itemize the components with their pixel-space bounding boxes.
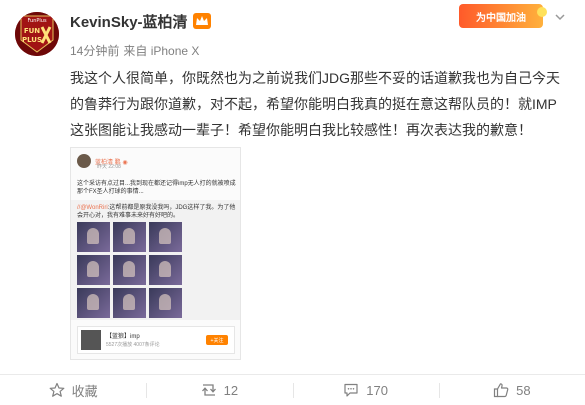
campaign-badge[interactable]: 为中国加油 (459, 4, 547, 28)
funplus-logo-icon: FunPlus FUN PLUS (15, 12, 59, 56)
weibo-post: FunPlus FUN PLUS KevinSky-蓝柏清 14分钟前 来自 i… (0, 0, 585, 405)
crown-icon (195, 16, 208, 25)
video-title: 【蓝狼】imp (106, 334, 140, 340)
svg-text:FUN: FUN (24, 27, 40, 35)
grid-photo (77, 288, 110, 318)
favorite-label: 收藏 (71, 383, 98, 399)
grid-photo (77, 255, 110, 285)
image-time: 昨天 22:08 (97, 164, 121, 170)
post-content: 我这个人很简单，你既然也为之前说我们JDG那些不妥的话道歉我也为自己今天的鲁莽行… (70, 70, 560, 138)
svg-text:PLUS: PLUS (22, 36, 42, 44)
grid-photo (149, 255, 182, 285)
action-bar: 收藏 12 170 58 (0, 374, 585, 405)
grid-photo (149, 288, 182, 318)
repost-button[interactable]: 12 (146, 375, 292, 405)
post-meta: 14分钟前 来自 iPhone X (70, 42, 199, 59)
image-avatar (77, 154, 91, 168)
image-quote: //@WonRiri:这帮前都是原我没我吗，JDG这样了我。为了他会开心对，我有… (71, 200, 240, 320)
image-quote-text: //@WonRiri:这帮前都是原我没我吗，JDG这样了我。为了他会开心对，我有… (77, 204, 237, 220)
grid-photo (113, 255, 146, 285)
video-thumbnail (81, 330, 101, 350)
post-source: 来自 iPhone X (123, 44, 200, 58)
username[interactable]: KevinSky-蓝柏清 (70, 11, 188, 32)
like-count: 58 (516, 382, 531, 398)
grid-photo (149, 222, 182, 252)
grid-photo (113, 222, 146, 252)
video-stats: 5527次播放 4007条评论 (106, 342, 160, 348)
grid-photo (113, 288, 146, 318)
thumbs-up-icon (494, 383, 509, 398)
repost-icon (201, 384, 216, 396)
comment-button[interactable]: 170 (292, 375, 439, 405)
favorite-button[interactable]: 收藏 (0, 375, 146, 405)
post-time[interactable]: 14分钟前 (70, 42, 119, 59)
comment-count: 170 (366, 382, 388, 398)
chevron-down-icon[interactable] (553, 10, 567, 24)
repost-count: 12 (223, 382, 239, 398)
like-button[interactable]: 58 (438, 375, 585, 405)
comment-icon (344, 383, 358, 397)
grid-photo (77, 222, 110, 252)
image-text: 这个采访有点过目...我到现在都还记得imp无人打的就被喷成那个FX圣人打球的事… (77, 181, 236, 195)
top-right-area: 为中国加油 (459, 4, 567, 28)
svg-text:FunPlus: FunPlus (27, 18, 47, 24)
image-video-card: 【蓝狼】imp 5527次播放 4007条评论 +关注 (77, 326, 235, 354)
vip-badge-icon[interactable] (192, 13, 211, 29)
name-row: KevinSky-蓝柏清 (70, 11, 211, 31)
video-follow-button: +关注 (206, 335, 228, 345)
image-quote-at: //@WonRiri (77, 205, 108, 211)
avatar[interactable]: FunPlus FUN PLUS (15, 12, 59, 56)
star-icon (49, 382, 65, 397)
post-image[interactable]: 蓝柏清 鹏 ◉ 昨天 22:08 这个采访有点过目...我到现在都还记得imp无… (70, 147, 241, 360)
image-photo-grid (77, 222, 182, 318)
